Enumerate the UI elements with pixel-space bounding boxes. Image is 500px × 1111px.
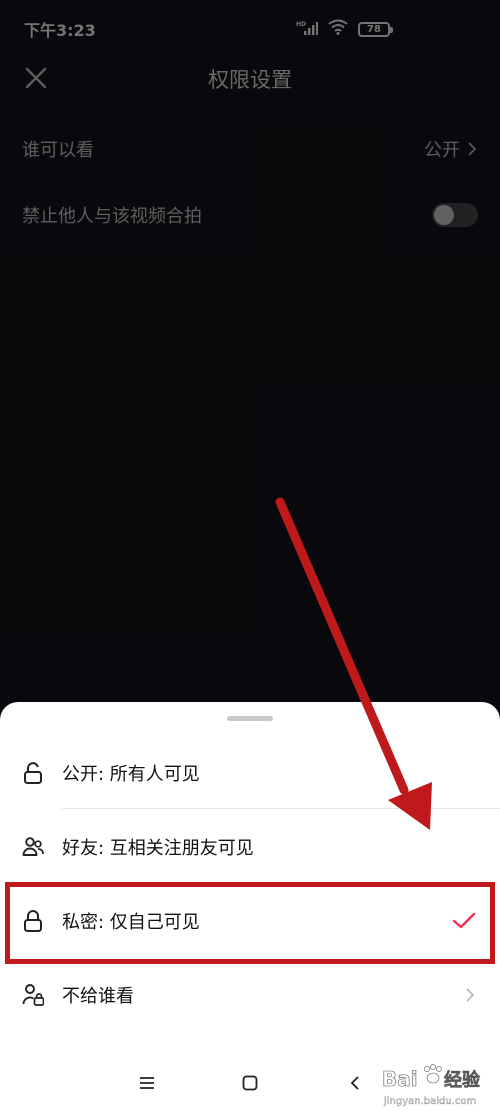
friends-icon: [22, 835, 44, 859]
network-type: HD: [296, 21, 306, 28]
option-exclude-chevron: [464, 987, 476, 1003]
option-friends[interactable]: 好友: 互相关注朋友可见: [0, 810, 500, 884]
who-can-see-row[interactable]: 谁可以看 公开: [0, 127, 500, 171]
status-icons: HD 78: [296, 19, 393, 39]
duet-row: 禁止他人与该视频合拍: [0, 193, 500, 237]
baidu-jingyan-watermark: Bai 经验 jingyan.baidu.com: [382, 1064, 481, 1107]
checkmark-icon: [452, 912, 476, 929]
page-title: 权限设置: [208, 68, 292, 92]
lock-icon: [22, 909, 44, 933]
who-can-see-value-wrap: 公开: [424, 136, 478, 162]
sheet-drag-handle[interactable]: [227, 716, 273, 721]
status-time: 下午3:23: [24, 21, 96, 40]
unlock-icon: [22, 761, 44, 785]
option-private[interactable]: 私密: 仅自己可见: [0, 884, 500, 958]
chevron-right-icon: [466, 988, 475, 1002]
privacy-bottom-sheet: 公开: 所有人可见 好友: 互相关注朋友可见 私密: 仅自己可见 不给谁看: [0, 702, 500, 1054]
user-lock-icon: [22, 983, 44, 1007]
who-can-see-label: 谁可以看: [22, 140, 94, 161]
option-friends-label: 好友: 互相关注朋友可见: [62, 838, 254, 859]
option-public-label: 公开: 所有人可见: [62, 764, 200, 785]
battery-icon: 78: [358, 21, 393, 37]
duet-label: 禁止他人与该视频合拍: [22, 206, 202, 227]
chevron-right-icon: [468, 142, 477, 156]
status-bar: 下午3:23 HD 78: [0, 0, 500, 58]
home-icon[interactable]: [239, 1072, 261, 1094]
paw-icon: [424, 1064, 442, 1084]
toggle-knob: [434, 205, 454, 225]
wifi-icon: [328, 19, 348, 39]
option-exclude-label: 不给谁看: [62, 986, 134, 1007]
option-public[interactable]: 公开: 所有人可见: [0, 736, 500, 810]
option-private-label: 私密: 仅自己可见: [62, 912, 200, 933]
header: 权限设置: [0, 58, 500, 98]
cellular-signal-icon: HD: [296, 20, 318, 39]
back-icon[interactable]: [344, 1072, 366, 1094]
divider: [62, 808, 500, 809]
battery-level: 78: [367, 23, 381, 35]
option-exclude[interactable]: 不给谁看: [0, 958, 500, 1032]
selected-check: [452, 912, 476, 930]
watermark-brand: Bai: [382, 1067, 418, 1091]
menu-icon[interactable]: [136, 1072, 158, 1094]
watermark-url: jingyan.baidu.com: [383, 1096, 476, 1107]
watermark-brand-cn: 经验: [444, 1069, 481, 1091]
who-can-see-value: 公开: [424, 140, 460, 161]
duet-toggle[interactable]: [432, 203, 478, 227]
